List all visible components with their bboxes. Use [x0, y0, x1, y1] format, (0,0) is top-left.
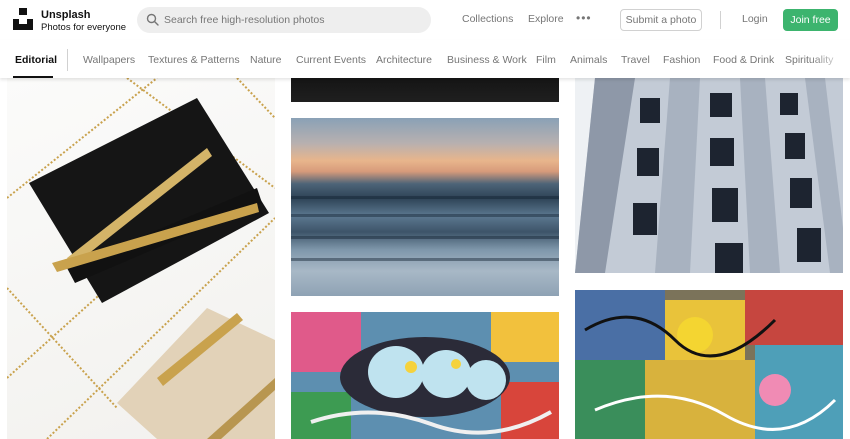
search-bar[interactable] [137, 7, 431, 33]
submit-photo-button[interactable]: Submit a photo [620, 9, 702, 31]
tab-current-events[interactable]: Current Events [296, 54, 366, 66]
tab-wallpapers[interactable]: Wallpapers [83, 54, 135, 66]
login-link[interactable]: Login [742, 13, 768, 25]
brand-name: Unsplash [41, 9, 91, 21]
graffiti-photo-1[interactable] [291, 312, 559, 439]
tab-food-drink[interactable]: Food & Drink [713, 54, 774, 66]
search-input[interactable] [164, 7, 419, 33]
nav-collections[interactable]: Collections [462, 13, 513, 25]
nav-explore[interactable]: Explore [528, 13, 564, 25]
more-options-icon[interactable]: ••• [576, 11, 592, 25]
building-illustration [575, 78, 843, 273]
dark-strip-photo[interactable] [291, 78, 559, 102]
join-free-button[interactable]: Join free [783, 9, 838, 31]
tab-nature[interactable]: Nature [250, 54, 282, 66]
tab-film[interactable]: Film [536, 54, 556, 66]
header-divider [720, 11, 721, 29]
tab-editorial[interactable]: Editorial [15, 54, 57, 66]
search-icon [146, 13, 159, 26]
graffiti-photo-2[interactable] [575, 290, 843, 439]
building-facade-photo[interactable] [575, 78, 843, 273]
ocean-sunset-photo[interactable] [291, 118, 559, 296]
category-divider [67, 49, 68, 71]
tab-textures-patterns[interactable]: Textures & Patterns [148, 54, 240, 66]
brand-tagline: Photos for everyone [41, 22, 127, 33]
tab-animals[interactable]: Animals [570, 54, 607, 66]
clutch-illustration [7, 78, 275, 439]
tab-fashion[interactable]: Fashion [663, 54, 700, 66]
active-tab-indicator [13, 76, 53, 78]
graffiti-illustration-2 [575, 290, 843, 439]
clutch-handbags-photo[interactable] [7, 78, 275, 439]
brand[interactable]: Unsplash Photos for everyone [41, 9, 126, 34]
graffiti-illustration-1 [291, 312, 559, 439]
top-header: Unsplash Photos for everyone Collections… [0, 0, 850, 40]
unsplash-logo-icon[interactable] [13, 8, 33, 30]
scroll-fade [810, 40, 850, 78]
tab-business-work[interactable]: Business & Work [447, 54, 527, 66]
tab-travel[interactable]: Travel [621, 54, 650, 66]
category-nav: Editorial Wallpapers Textures & Patterns… [0, 40, 850, 78]
tab-architecture[interactable]: Architecture [376, 54, 432, 66]
